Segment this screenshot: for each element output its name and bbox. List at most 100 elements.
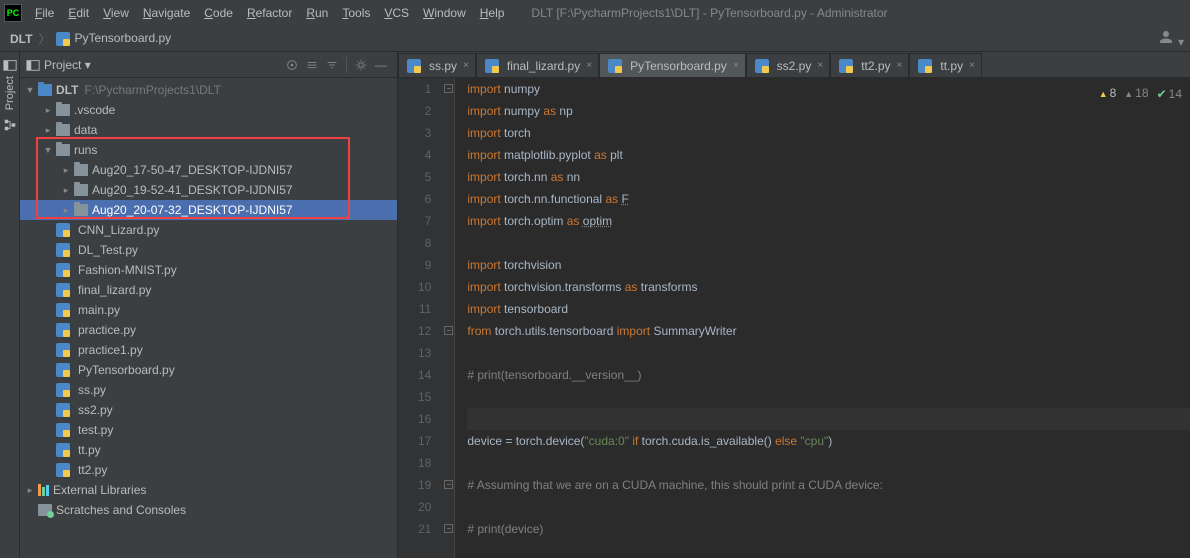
menu-refactor[interactable]: Refactor	[240, 4, 299, 22]
line-number: 10	[418, 276, 431, 298]
tree-file[interactable]: ▸tt.py	[20, 440, 397, 460]
line-number: 20	[418, 496, 431, 518]
code-line[interactable]: # print(tensorboard.__version__)	[467, 364, 1190, 386]
weak-warnings-count[interactable]: 18	[1124, 82, 1148, 105]
close-tab-icon[interactable]: ×	[817, 60, 823, 71]
warnings-count[interactable]: 8	[1099, 82, 1117, 105]
close-tab-icon[interactable]: ×	[733, 60, 739, 71]
editor-tab[interactable]: ss.py×	[398, 53, 476, 77]
editor-tab[interactable]: PyTensorboard.py×	[599, 53, 746, 77]
code-line[interactable]	[467, 452, 1190, 474]
tree-file[interactable]: ▸CNN_Lizard.py	[20, 220, 397, 240]
menu-tools[interactable]: Tools	[335, 4, 377, 22]
settings-button[interactable]	[351, 55, 371, 75]
code-line[interactable]: import numpy	[467, 78, 1190, 100]
tree-file[interactable]: ▸DL_Test.py	[20, 240, 397, 260]
code-line[interactable]: # print(device)	[467, 518, 1190, 540]
code-line[interactable]: import torch.optim as optim	[467, 210, 1190, 232]
fold-region-icon[interactable]: −	[444, 524, 453, 533]
project-tab[interactable]: Project	[4, 76, 16, 110]
code-line[interactable]	[467, 496, 1190, 518]
menu-vcs[interactable]: VCS	[377, 4, 416, 22]
code-line[interactable]: import numpy as np	[467, 100, 1190, 122]
editor-tab[interactable]: tt2.py×	[830, 53, 909, 77]
inspection-widget[interactable]: 8 18 14	[1099, 82, 1182, 105]
code-line[interactable]	[467, 408, 1190, 430]
code-editor[interactable]: 123456789101112131415161718192021 − − − …	[398, 78, 1190, 558]
editor-tab[interactable]: ss2.py×	[746, 53, 831, 77]
structure-tool-icon[interactable]	[3, 118, 17, 132]
tree-file[interactable]: ▸tt2.py	[20, 460, 397, 480]
tree-root[interactable]: ▼DLTF:\PycharmProjects1\DLT	[20, 80, 397, 100]
python-file-icon	[56, 263, 70, 277]
menu-window[interactable]: Window	[416, 4, 473, 22]
code-line[interactable]: import torch	[467, 122, 1190, 144]
code-line[interactable]: import torchvision	[467, 254, 1190, 276]
tree-file[interactable]: ▸ss.py	[20, 380, 397, 400]
project-tree[interactable]: ▼DLTF:\PycharmProjects1\DLT ▸.vscode ▸da…	[20, 78, 397, 558]
code-line[interactable]	[467, 232, 1190, 254]
close-tab-icon[interactable]: ×	[969, 60, 975, 71]
code-line[interactable]: import torch.nn as nn	[467, 166, 1190, 188]
user-icon[interactable]: ▾	[1157, 28, 1184, 49]
code-line[interactable]: # Assuming that we are on a CUDA machine…	[467, 474, 1190, 496]
close-tab-icon[interactable]: ×	[897, 60, 903, 71]
editor-tab[interactable]: final_lizard.py×	[476, 53, 599, 77]
code-line[interactable]: import tensorboard	[467, 298, 1190, 320]
python-file-icon	[56, 343, 70, 357]
tree-file[interactable]: ▸ss2.py	[20, 400, 397, 420]
code-line[interactable]	[467, 386, 1190, 408]
menu-file[interactable]: File	[28, 4, 61, 22]
collapse-all-button[interactable]	[322, 55, 342, 75]
code-line[interactable]: import matplotlib.pyplot as plt	[467, 144, 1190, 166]
project-view-selector[interactable]: Project ▾	[44, 58, 91, 72]
line-number: 15	[418, 386, 431, 408]
tree-file[interactable]: ▸practice.py	[20, 320, 397, 340]
expand-all-button[interactable]	[302, 55, 322, 75]
select-opened-file-button[interactable]	[282, 55, 302, 75]
tree-folder[interactable]: ▸Aug20_19-52-41_DESKTOP-IJDNI57	[20, 180, 397, 200]
menu-run[interactable]: Run	[299, 4, 335, 22]
menu-help[interactable]: Help	[473, 4, 512, 22]
menu-navigate[interactable]: Navigate	[136, 4, 197, 22]
tree-folder[interactable]: ▸data	[20, 120, 397, 140]
separator	[346, 57, 347, 73]
fold-region-icon[interactable]: −	[444, 480, 453, 489]
line-number: 6	[418, 188, 431, 210]
menu-view[interactable]: View	[96, 4, 136, 22]
code-line[interactable]: import torch.nn.functional as F	[467, 188, 1190, 210]
tree-folder[interactable]: ▸Aug20_17-50-47_DESKTOP-IJDNI57	[20, 160, 397, 180]
python-file-icon	[56, 323, 70, 337]
project-tool-icon[interactable]	[3, 58, 17, 72]
typos-count[interactable]: 14	[1157, 83, 1182, 105]
code-line[interactable]: device = torch.device("cuda:0" if torch.…	[467, 430, 1190, 452]
close-tab-icon[interactable]: ×	[586, 60, 592, 71]
tree-file[interactable]: ▸Fashion-MNIST.py	[20, 260, 397, 280]
code-line[interactable]	[467, 342, 1190, 364]
code-content[interactable]: 8 18 14 import numpyimport numpy as npim…	[455, 78, 1190, 558]
menu-code[interactable]: Code	[197, 4, 240, 22]
breadcrumb-root[interactable]: DLT	[6, 30, 36, 48]
tree-folder[interactable]: ▸Aug20_20-07-32_DESKTOP-IJDNI57	[20, 200, 397, 220]
tree-file[interactable]: ▸main.py	[20, 300, 397, 320]
code-line[interactable]: from torch.utils.tensorboard import Summ…	[467, 320, 1190, 342]
tree-file[interactable]: ▸test.py	[20, 420, 397, 440]
tree-folder[interactable]: ▸.vscode	[20, 100, 397, 120]
breadcrumb-file[interactable]: PyTensorboard.py	[52, 29, 175, 48]
tree-file[interactable]: ▸practice1.py	[20, 340, 397, 360]
tree-file[interactable]: ▸final_lizard.py	[20, 280, 397, 300]
gutter-line-numbers: 123456789101112131415161718192021	[398, 78, 443, 558]
close-tab-icon[interactable]: ×	[463, 60, 469, 71]
fold-region-icon[interactable]: −	[444, 326, 453, 335]
tree-external-libs[interactable]: ▸External Libraries	[20, 480, 397, 500]
hide-button[interactable]: —	[371, 55, 391, 75]
line-number: 14	[418, 364, 431, 386]
fold-region-icon[interactable]: −	[444, 84, 453, 93]
tree-scratches[interactable]: ▸Scratches and Consoles	[20, 500, 397, 520]
menu-edit[interactable]: Edit	[61, 4, 96, 22]
tree-folder-runs[interactable]: ▼runs	[20, 140, 397, 160]
gutter-folding[interactable]: − − − −	[443, 78, 455, 558]
editor-tab[interactable]: tt.py×	[909, 53, 982, 77]
code-line[interactable]: import torchvision.transforms as transfo…	[467, 276, 1190, 298]
tree-file[interactable]: ▸PyTensorboard.py	[20, 360, 397, 380]
